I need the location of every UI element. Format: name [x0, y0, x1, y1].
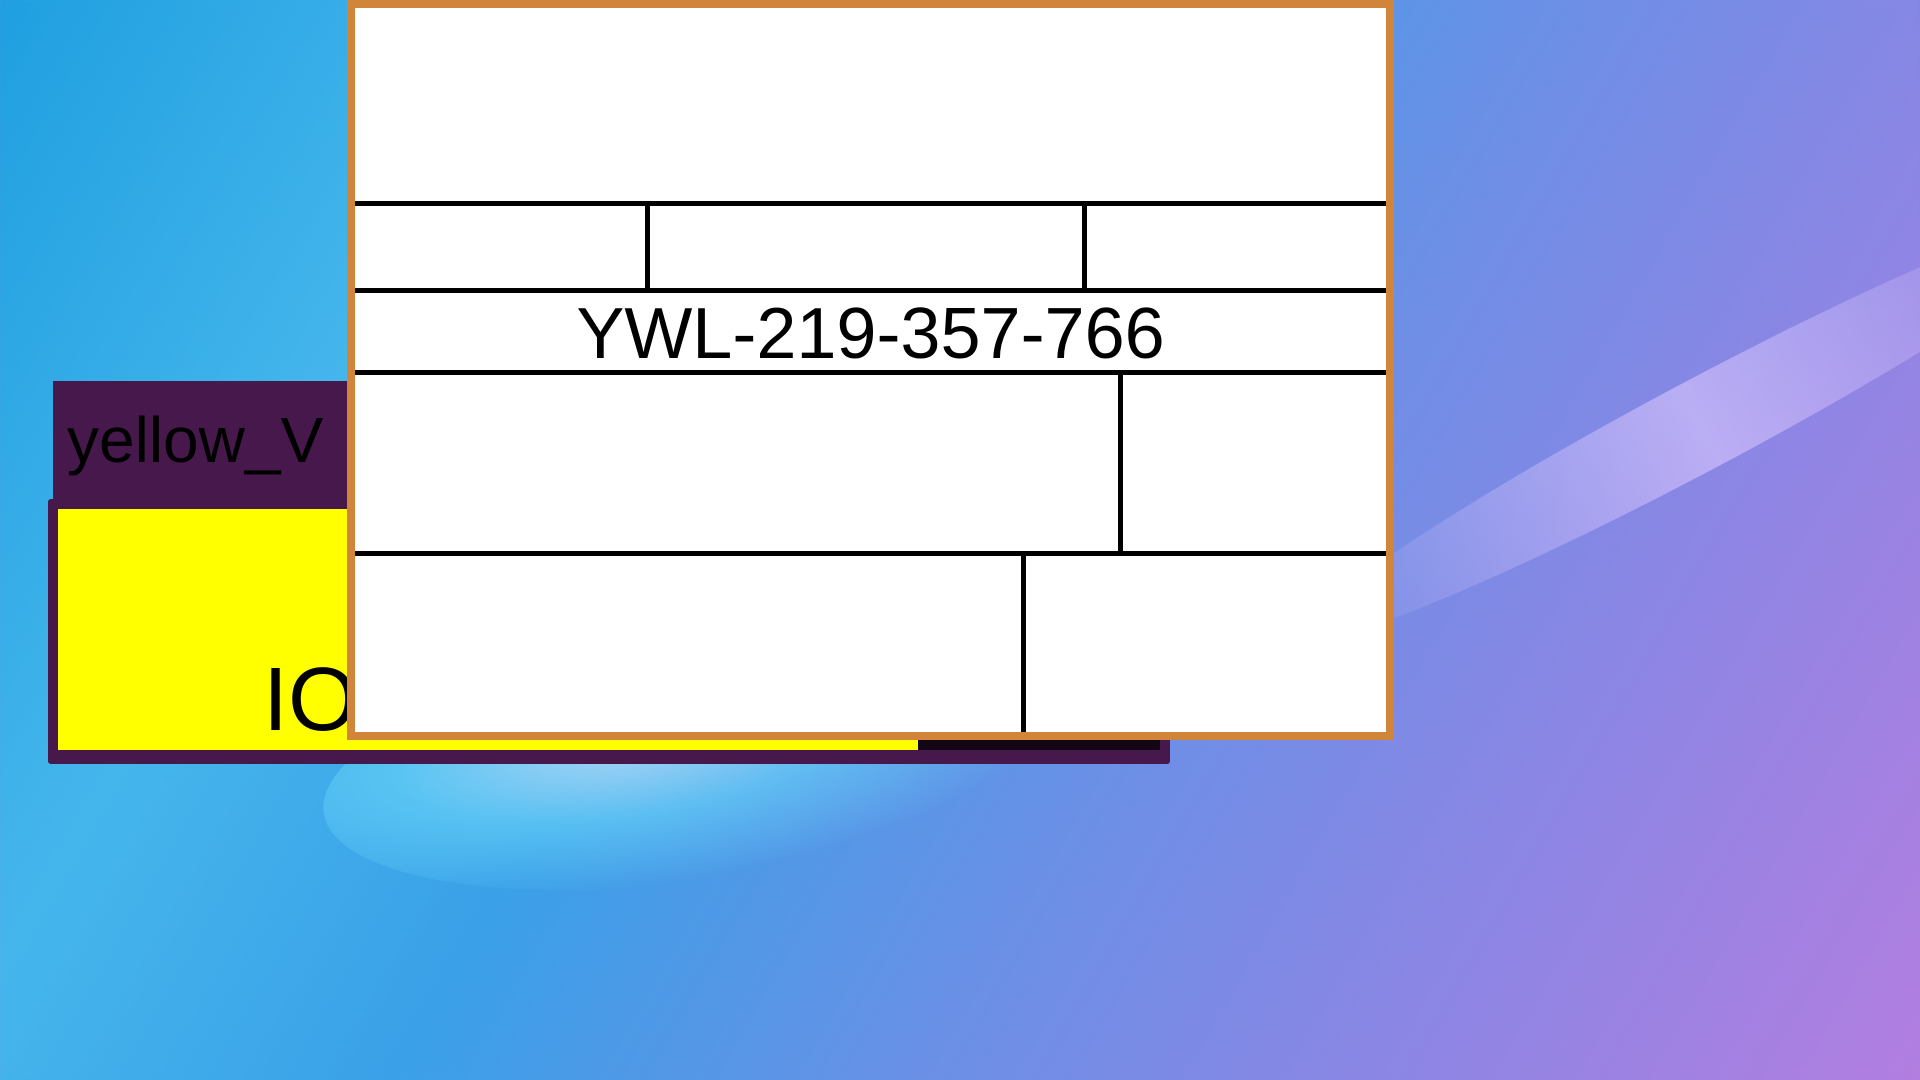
form-divider	[355, 201, 1386, 206]
form-divider	[355, 551, 1386, 556]
form-window[interactable]: YWL-219-357-766	[347, 0, 1394, 740]
form-divider	[355, 288, 1386, 293]
form-divider-vertical	[1082, 201, 1087, 289]
form-divider-vertical	[645, 201, 650, 289]
form-divider-vertical	[1021, 551, 1026, 732]
yellow-panel-text: IO	[263, 650, 359, 750]
form-divider-vertical	[1118, 370, 1123, 551]
form-divider	[355, 370, 1386, 375]
reference-code: YWL-219-357-766	[576, 294, 1165, 374]
